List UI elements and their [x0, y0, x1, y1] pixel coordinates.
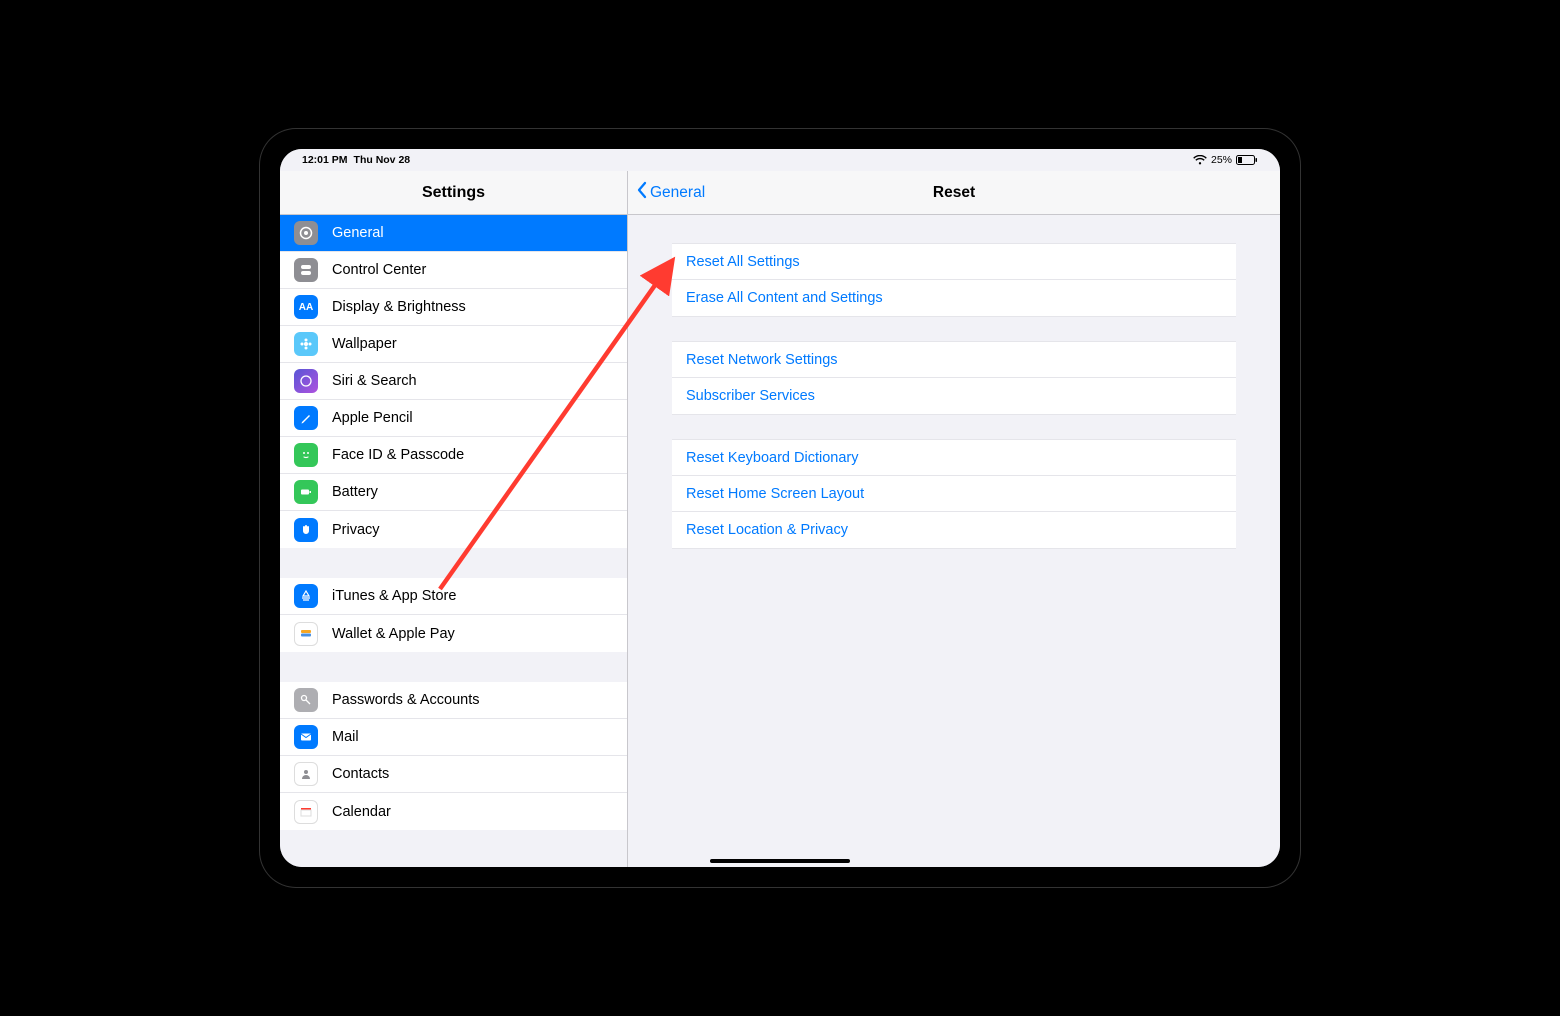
screen: 12:01 PM Thu Nov 28 25% Settings — [280, 149, 1280, 867]
sidebar-item-label: Wallpaper — [332, 336, 397, 352]
sidebar-item-battery[interactable]: Battery — [280, 474, 627, 511]
sidebar-item-mail[interactable]: Mail — [280, 719, 627, 756]
sidebar-item-label: General — [332, 225, 384, 241]
battery-percent: 25% — [1211, 154, 1232, 166]
sidebar-item-face-id[interactable]: Face ID & Passcode — [280, 437, 627, 474]
sidebar-item-apple-pencil[interactable]: Apple Pencil — [280, 400, 627, 437]
home-indicator[interactable] — [710, 859, 850, 863]
detail-header: General Reset — [628, 171, 1280, 215]
sidebar-item-wallet[interactable]: Wallet & Apple Pay — [280, 615, 627, 652]
back-button[interactable]: General — [628, 181, 705, 204]
face-id-icon — [294, 443, 318, 467]
reset-option-label: Reset Keyboard Dictionary — [686, 450, 858, 466]
hand-icon — [294, 518, 318, 542]
erase-all-content[interactable]: Erase All Content and Settings — [672, 280, 1236, 316]
reset-option-label: Erase All Content and Settings — [686, 290, 883, 306]
reset-keyboard-dictionary[interactable]: Reset Keyboard Dictionary — [672, 440, 1236, 476]
detail-pane: General Reset Reset All Settings Erase A… — [628, 171, 1280, 867]
sidebar-item-label: Face ID & Passcode — [332, 447, 464, 463]
sidebar-item-label: Apple Pencil — [332, 410, 413, 426]
appstore-icon — [294, 584, 318, 608]
mail-icon — [294, 725, 318, 749]
reset-option-label: Reset Location & Privacy — [686, 522, 848, 538]
sidebar-item-label: Siri & Search — [332, 373, 417, 389]
sidebar-item-general[interactable]: General — [280, 215, 627, 252]
wifi-icon — [1193, 155, 1207, 165]
ipad-device-frame: 12:01 PM Thu Nov 28 25% Settings — [260, 129, 1300, 887]
gear-icon — [294, 221, 318, 245]
sidebar-item-label: Privacy — [332, 522, 380, 538]
sliders-icon — [294, 258, 318, 282]
reset-location-privacy[interactable]: Reset Location & Privacy — [672, 512, 1236, 548]
reset-network-settings[interactable]: Reset Network Settings — [672, 342, 1236, 378]
calendar-icon — [294, 800, 318, 824]
pencil-icon — [294, 406, 318, 430]
sidebar-item-passwords-accounts[interactable]: Passwords & Accounts — [280, 682, 627, 719]
sidebar-item-contacts[interactable]: Contacts — [280, 756, 627, 793]
sidebar-item-itunes-appstore[interactable]: iTunes & App Store — [280, 578, 627, 615]
settings-sidebar: Settings General Control Center AA — [280, 171, 628, 867]
sidebar-title: Settings — [280, 171, 627, 215]
key-icon — [294, 688, 318, 712]
back-label: General — [650, 184, 705, 202]
sidebar-item-label: Wallet & Apple Pay — [332, 626, 455, 642]
sidebar-item-label: Mail — [332, 729, 359, 745]
reset-option-label: Reset Network Settings — [686, 352, 838, 368]
subscriber-services[interactable]: Subscriber Services — [672, 378, 1236, 414]
battery-settings-icon — [294, 480, 318, 504]
sidebar-item-label: iTunes & App Store — [332, 588, 456, 604]
status-time: 12:01 PM — [302, 154, 348, 166]
contacts-icon — [294, 762, 318, 786]
battery-icon — [1236, 155, 1258, 165]
sidebar-item-display-brightness[interactable]: AA Display & Brightness — [280, 289, 627, 326]
sidebar-item-label: Passwords & Accounts — [332, 692, 480, 708]
status-bar: 12:01 PM Thu Nov 28 25% — [280, 149, 1280, 171]
wallet-icon — [294, 622, 318, 646]
sidebar-item-label: Calendar — [332, 804, 391, 820]
sidebar-item-label: Battery — [332, 484, 378, 500]
siri-icon — [294, 369, 318, 393]
reset-option-label: Reset Home Screen Layout — [686, 486, 864, 502]
sidebar-item-label: Display & Brightness — [332, 299, 466, 315]
text-size-icon: AA — [294, 295, 318, 319]
sidebar-item-control-center[interactable]: Control Center — [280, 252, 627, 289]
sidebar-item-privacy[interactable]: Privacy — [280, 511, 627, 548]
flower-icon — [294, 332, 318, 356]
reset-option-label: Subscriber Services — [686, 388, 815, 404]
reset-home-screen-layout[interactable]: Reset Home Screen Layout — [672, 476, 1236, 512]
sidebar-item-label: Contacts — [332, 766, 389, 782]
status-date: Thu Nov 28 — [354, 154, 411, 166]
reset-all-settings[interactable]: Reset All Settings — [672, 244, 1236, 280]
reset-option-label: Reset All Settings — [686, 254, 800, 270]
sidebar-item-label: Control Center — [332, 262, 426, 278]
detail-title: Reset — [933, 184, 975, 202]
sidebar-item-siri-search[interactable]: Siri & Search — [280, 363, 627, 400]
sidebar-item-wallpaper[interactable]: Wallpaper — [280, 326, 627, 363]
sidebar-item-calendar[interactable]: Calendar — [280, 793, 627, 830]
chevron-left-icon — [636, 181, 648, 204]
